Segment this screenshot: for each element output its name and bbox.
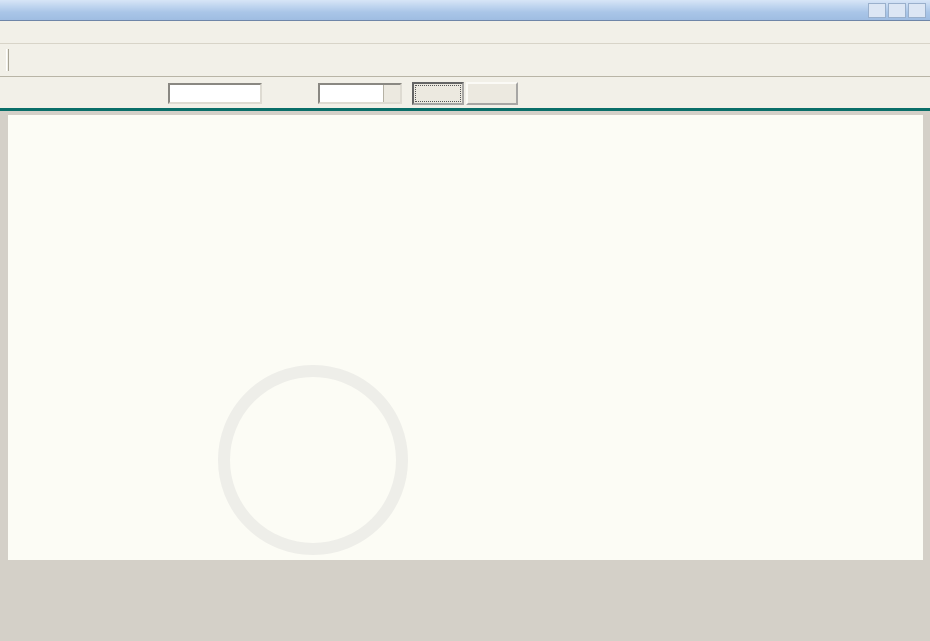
- watermark-circle: [218, 365, 408, 555]
- close-icon[interactable]: [908, 3, 926, 18]
- start-price-input[interactable]: [168, 83, 262, 104]
- resistance-button[interactable]: [412, 82, 464, 105]
- step-combobox[interactable]: [318, 83, 402, 104]
- title-bar: [0, 0, 930, 21]
- step-value: [320, 85, 383, 102]
- toolbar: [0, 44, 930, 77]
- app-window: { "window": { "title": "赢家江恩专业版[赢家服务平台] …: [0, 0, 930, 641]
- chevron-down-icon[interactable]: [383, 85, 400, 102]
- support-button[interactable]: [466, 82, 518, 105]
- toolbar-grip: [6, 49, 9, 71]
- separator-line: [0, 108, 930, 111]
- minimize-icon[interactable]: [868, 3, 886, 18]
- maximize-icon[interactable]: [888, 3, 906, 18]
- gann-price-square: [8, 115, 923, 560]
- control-bar: [0, 77, 930, 111]
- menu-bar: [0, 21, 930, 44]
- annotation-overlay: [8, 115, 923, 560]
